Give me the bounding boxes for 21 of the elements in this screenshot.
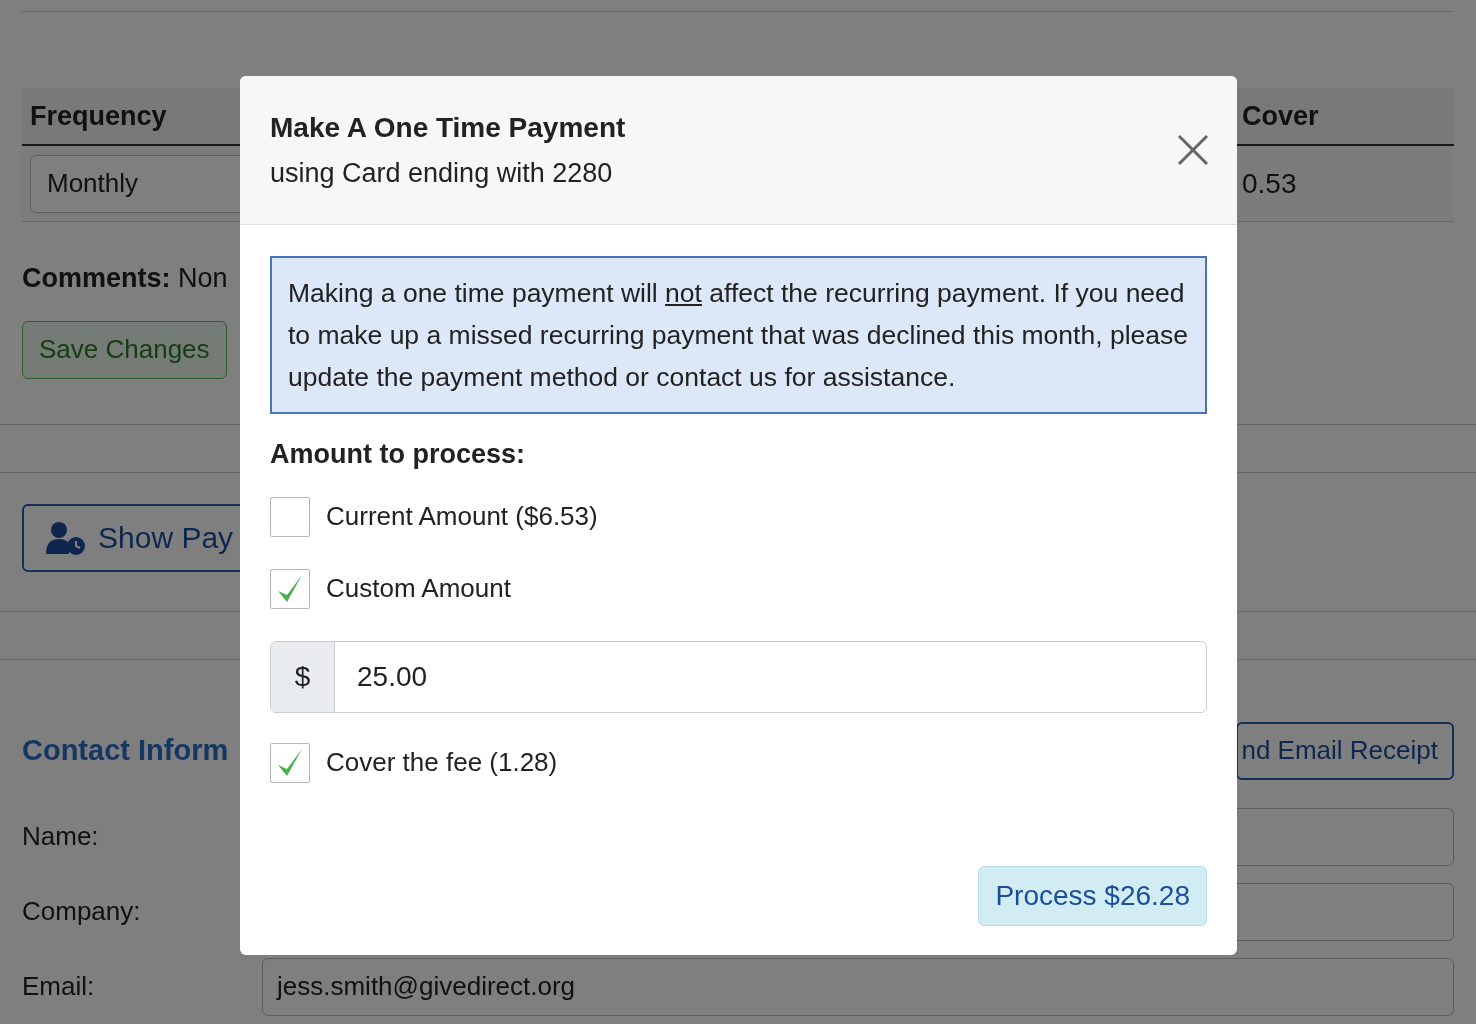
- column-header: Frequency: [30, 100, 167, 131]
- checkbox[interactable]: [270, 568, 310, 609]
- section-heading: Contact Inform: [22, 732, 229, 768]
- checkbox[interactable]: [270, 742, 310, 783]
- process-button[interactable]: Process $26.28: [978, 866, 1207, 926]
- notice-text: Making a one time payment will not affect the recurring payment. If you need to make up a missed recurring payment that was declined this month, please update the payment method or contact us for assistance.: [270, 256, 1207, 414]
- checkbox[interactable]: [270, 496, 310, 537]
- field-label: Name:: [22, 820, 100, 853]
- amount-field[interactable]: $ 25.00: [270, 640, 1207, 713]
- comments-text: Comments: Non: [22, 262, 228, 295]
- table-cell-text: 0.53: [1241, 166, 1298, 201]
- checkbox-option[interactable]: Cover the fee (1.28): [270, 742, 1207, 783]
- amount-label: Amount to process:: [270, 438, 526, 471]
- user-clock-icon: [46, 520, 86, 555]
- dialog-title: Make A One Time Payment: [270, 110, 626, 145]
- column-header: Cover: [1242, 100, 1319, 131]
- field-label: Email:: [22, 970, 96, 1003]
- field-label: Company:: [22, 895, 142, 928]
- text-field[interactable]: jess.smith@givedirect.org: [262, 957, 1454, 1016]
- close-icon[interactable]: [1177, 134, 1209, 166]
- send-receipt-button[interactable]: nd Email Receipt: [1236, 721, 1454, 780]
